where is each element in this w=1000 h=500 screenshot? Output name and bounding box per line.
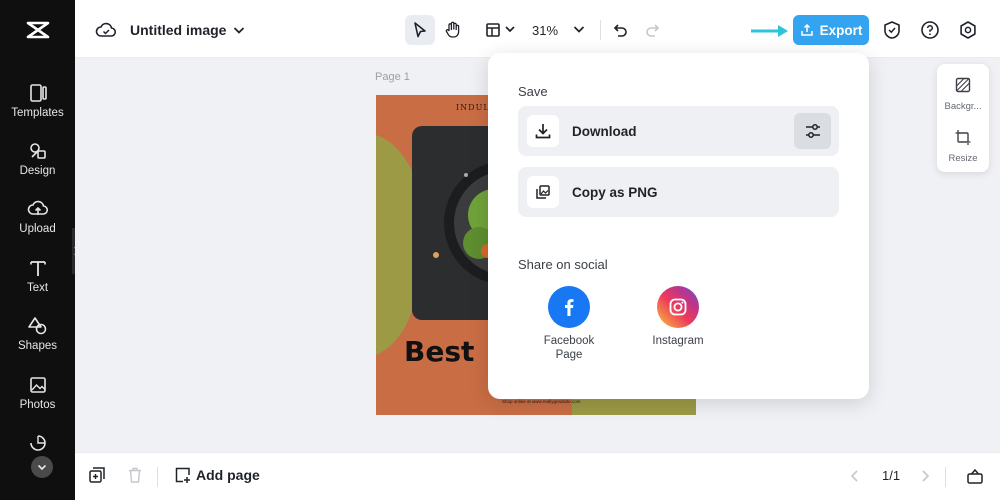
resize-label: Resize [948, 153, 978, 164]
share-facebook-button[interactable]: Facebook Page [529, 286, 609, 362]
layers-toggle-icon[interactable] [965, 466, 985, 486]
duplicate-page-icon[interactable] [87, 465, 107, 485]
export-icon [800, 23, 813, 36]
export-button[interactable]: Export [793, 15, 869, 45]
instagram-label: Instagram [652, 335, 704, 347]
upload-icon [27, 200, 48, 215]
facebook-icon [548, 286, 590, 328]
download-option[interactable]: Download [518, 106, 839, 156]
hand-tool-button[interactable] [438, 15, 468, 45]
download-settings-button[interactable] [794, 113, 831, 149]
sidebar-item-label: Text [26, 282, 49, 294]
chevron-down-icon[interactable] [228, 19, 250, 41]
resize-tool[interactable]: Resize [937, 128, 989, 164]
sidebar-item-more[interactable] [0, 432, 75, 454]
add-page-icon[interactable] [174, 466, 192, 484]
arrow-pointer-icon [751, 25, 788, 37]
save-section-title: Save [518, 84, 548, 99]
download-icon [535, 124, 551, 139]
sidebar-item-shapes[interactable]: Shapes [0, 315, 75, 352]
share-instagram-button[interactable]: Instagram [638, 286, 718, 348]
previous-page-icon[interactable] [846, 467, 864, 485]
next-page-icon[interactable] [916, 467, 934, 485]
redo-icon [646, 24, 660, 37]
trash-icon[interactable] [125, 465, 145, 485]
settings-icon[interactable] [957, 19, 979, 41]
shield-icon[interactable] [881, 19, 903, 41]
cursor-icon [414, 22, 426, 38]
add-page-button[interactable]: Add page [196, 467, 260, 483]
layout-icon [486, 23, 500, 37]
sidebar-item-text[interactable]: Text [0, 257, 75, 294]
background-tool[interactable]: Backgr... [937, 76, 989, 112]
text-icon [29, 261, 46, 276]
sidebar-item-upload[interactable]: Upload [0, 198, 75, 235]
toolbar-divider [600, 20, 601, 40]
select-tool-button[interactable] [405, 15, 435, 45]
bottom-toolbar: Add page 1/1 [75, 452, 1000, 500]
share-section-title: Share on social [518, 257, 608, 272]
sidebar-item-photos[interactable]: Photos [0, 374, 75, 411]
bottom-divider [157, 467, 158, 487]
copy-png-label: Copy as PNG [572, 185, 658, 200]
sliders-icon [805, 124, 820, 138]
redo-button[interactable] [638, 15, 668, 45]
page-counter: 1/1 [882, 468, 901, 483]
sidebar-item-label: Design [19, 165, 56, 177]
hand-icon [445, 21, 460, 38]
sidebar-item-design[interactable]: Design [0, 140, 75, 177]
sidebar-item-label: Templates [11, 107, 64, 119]
sidebar-item-templates[interactable]: Templates [0, 82, 75, 119]
page-label: Page 1 [375, 71, 410, 83]
templates-icon [29, 84, 47, 102]
facebook-label: Facebook Page [543, 335, 595, 361]
export-dropdown-panel: Save Download Copy as PNG Share on socia… [488, 53, 869, 399]
left-sidebar: Templates Design Upload Text Shapes Phot… [0, 0, 75, 500]
copy-png-option[interactable]: Copy as PNG [518, 167, 839, 217]
capcut-logo[interactable] [24, 16, 52, 44]
resize-icon [955, 130, 971, 145]
right-tool-panel: Backgr... Resize [937, 64, 989, 172]
sidebar-item-label: Upload [19, 223, 56, 235]
shapes-icon [27, 317, 46, 335]
artboard-footer: Shop online at www.reallygreatsite.com [502, 399, 581, 404]
chevron-down-icon[interactable] [571, 21, 587, 37]
document-title[interactable]: Untitled image [130, 22, 226, 38]
undo-button[interactable] [605, 15, 635, 45]
background-icon [955, 77, 971, 93]
design-icon [29, 143, 46, 159]
sidebar-item-label: Photos [19, 399, 56, 411]
help-icon[interactable] [919, 19, 941, 41]
sidebar-item-label: Shapes [17, 340, 57, 352]
cloud-saved-icon[interactable] [95, 19, 117, 41]
zoom-level[interactable]: 31% [532, 23, 558, 38]
download-label: Download [572, 124, 637, 139]
pie-icon [29, 435, 46, 451]
undo-icon [613, 24, 627, 37]
instagram-icon [657, 286, 699, 328]
photos-icon [29, 377, 46, 393]
chevron-down-icon [37, 464, 47, 471]
artboard-big-text: Best [404, 335, 475, 368]
top-toolbar: Untitled image 31% Export [75, 0, 1000, 58]
background-label: Backgr... [944, 101, 982, 112]
export-label: Export [819, 22, 863, 38]
bottom-divider [945, 467, 946, 487]
sidebar-expand-button[interactable] [31, 456, 53, 478]
chevron-down-icon[interactable] [502, 21, 518, 37]
download-icon-box [527, 115, 559, 147]
copy-image-icon [536, 185, 550, 199]
copy-png-icon-box [527, 176, 559, 208]
